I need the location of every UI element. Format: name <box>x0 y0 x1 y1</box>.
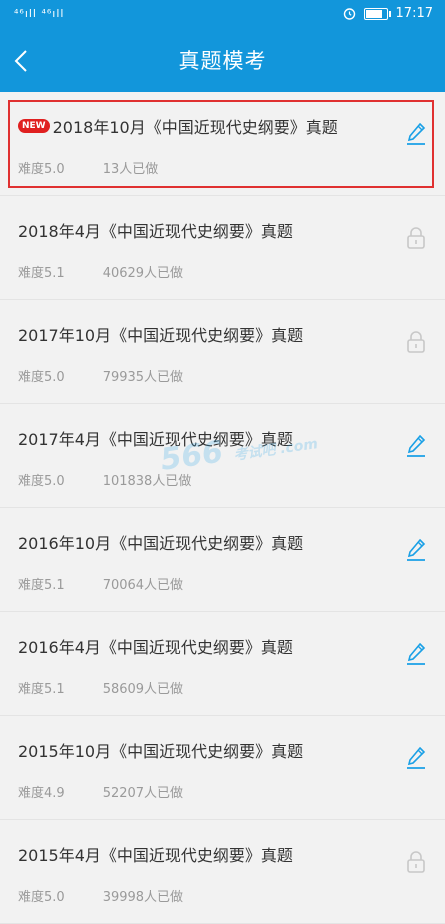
exam-list-item[interactable]: 2017年10月《中国近现代史纲要》真题 难度5.0 79935人已做 <box>0 300 445 404</box>
nav-bar: 真题模考 <box>0 30 445 92</box>
battery-level <box>365 9 382 18</box>
exam-title-row: 2015年4月《中国近现代史纲要》真题 <box>18 842 293 866</box>
exam-title-row: 2017年10月《中国近现代史纲要》真题 <box>18 322 303 346</box>
status-time: 17:17 <box>395 6 433 21</box>
new-badge: NEW <box>18 119 50 133</box>
exam-meta: 难度5.1 40629人已做 <box>18 262 183 281</box>
exam-title-row: 2016年10月《中国近现代史纲要》真题 <box>18 530 303 554</box>
difficulty-label: 难度5.1 <box>18 578 65 593</box>
attempt-count: 70064人已做 <box>102 578 184 593</box>
difficulty-label: 难度4.9 <box>18 786 65 801</box>
start-exam-button[interactable] <box>405 642 427 666</box>
start-exam-button[interactable] <box>405 538 427 562</box>
exam-meta: 难度5.1 58609人已做 <box>18 678 183 697</box>
exam-list-item[interactable]: 2016年4月《中国近现代史纲要》真题 难度5.1 58609人已做 <box>0 612 445 716</box>
start-exam-button[interactable] <box>405 122 427 146</box>
difficulty-label: 难度5.0 <box>18 370 65 385</box>
exam-list-item[interactable]: 2016年10月《中国近现代史纲要》真题 难度5.1 70064人已做 <box>0 508 445 612</box>
attempt-count: 13人已做 <box>102 162 159 177</box>
attempt-count: 52207人已做 <box>102 786 184 801</box>
exam-list: NEW 2018年10月《中国近现代史纲要》真题 难度5.0 13人已做 2018… <box>0 92 445 924</box>
exam-title: 2015年10月《中国近现代史纲要》真题 <box>18 742 304 761</box>
lock-icon <box>407 331 425 353</box>
exam-meta: 难度5.1 70064人已做 <box>18 574 183 593</box>
page-title: 真题模考 <box>178 49 267 73</box>
exam-list-item[interactable]: 2018年4月《中国近现代史纲要》真题 难度5.1 40629人已做 <box>0 196 445 300</box>
attempt-count: 79935人已做 <box>102 370 184 385</box>
exam-list-item[interactable]: 2015年4月《中国近现代史纲要》真题 难度5.0 39998人已做 <box>0 820 445 924</box>
locked-indicator <box>405 850 427 874</box>
locked-indicator <box>405 226 427 250</box>
difficulty-label: 难度5.1 <box>18 266 65 281</box>
exam-title-row: 2018年4月《中国近现代史纲要》真题 <box>18 218 293 242</box>
edit-icon <box>407 122 426 145</box>
start-exam-button[interactable] <box>405 434 427 458</box>
exam-title: 2018年4月《中国近现代史纲要》真题 <box>18 222 293 241</box>
exam-title: 2018年10月《中国近现代史纲要》真题 <box>52 118 338 137</box>
exam-title: 2017年10月《中国近现代史纲要》真题 <box>18 326 304 345</box>
attempt-count: 58609人已做 <box>102 682 184 697</box>
exam-meta: 难度5.0 39998人已做 <box>18 886 183 905</box>
lock-icon <box>407 851 425 873</box>
status-right: 17:17 <box>343 6 433 21</box>
lock-icon <box>407 227 425 249</box>
locked-indicator <box>405 330 427 354</box>
difficulty-label: 难度5.0 <box>18 162 65 177</box>
exam-title-row: 2016年4月《中国近现代史纲要》真题 <box>18 634 293 658</box>
exam-meta: 难度5.0 79935人已做 <box>18 366 183 385</box>
signal-indicator: ⁴⁶ıll ⁴⁶ıll <box>14 7 65 20</box>
difficulty-label: 难度5.1 <box>18 682 65 697</box>
attempt-count: 40629人已做 <box>102 266 184 281</box>
exam-title-row: 2015年10月《中国近现代史纲要》真题 <box>18 738 303 762</box>
status-bar: ⁴⁶ıll ⁴⁶ıll 17:17 <box>0 0 445 30</box>
exam-title: 2015年4月《中国近现代史纲要》真题 <box>18 846 293 865</box>
alarm-icon <box>343 8 355 20</box>
exam-list-item[interactable]: 2015年10月《中国近现代史纲要》真题 难度4.9 52207人已做 <box>0 716 445 820</box>
exam-title: 2016年4月《中国近现代史纲要》真题 <box>18 638 293 657</box>
battery-icon <box>363 7 391 20</box>
attempt-count: 101838人已做 <box>102 474 192 489</box>
edit-icon <box>407 642 426 665</box>
difficulty-label: 难度5.0 <box>18 474 65 489</box>
difficulty-label: 难度5.0 <box>18 890 65 905</box>
exam-meta: 难度4.9 52207人已做 <box>18 782 183 801</box>
edit-icon <box>407 746 426 769</box>
start-exam-button[interactable] <box>405 746 427 770</box>
exam-list-item[interactable]: NEW 2018年10月《中国近现代史纲要》真题 难度5.0 13人已做 <box>0 92 445 196</box>
attempt-count: 39998人已做 <box>102 890 184 905</box>
edit-icon <box>407 434 426 457</box>
exam-title: 2016年10月《中国近现代史纲要》真题 <box>18 534 304 553</box>
exam-meta: 难度5.0 13人已做 <box>18 158 158 177</box>
edit-icon <box>407 538 426 561</box>
exam-title-row: NEW 2018年10月《中国近现代史纲要》真题 <box>18 114 338 138</box>
